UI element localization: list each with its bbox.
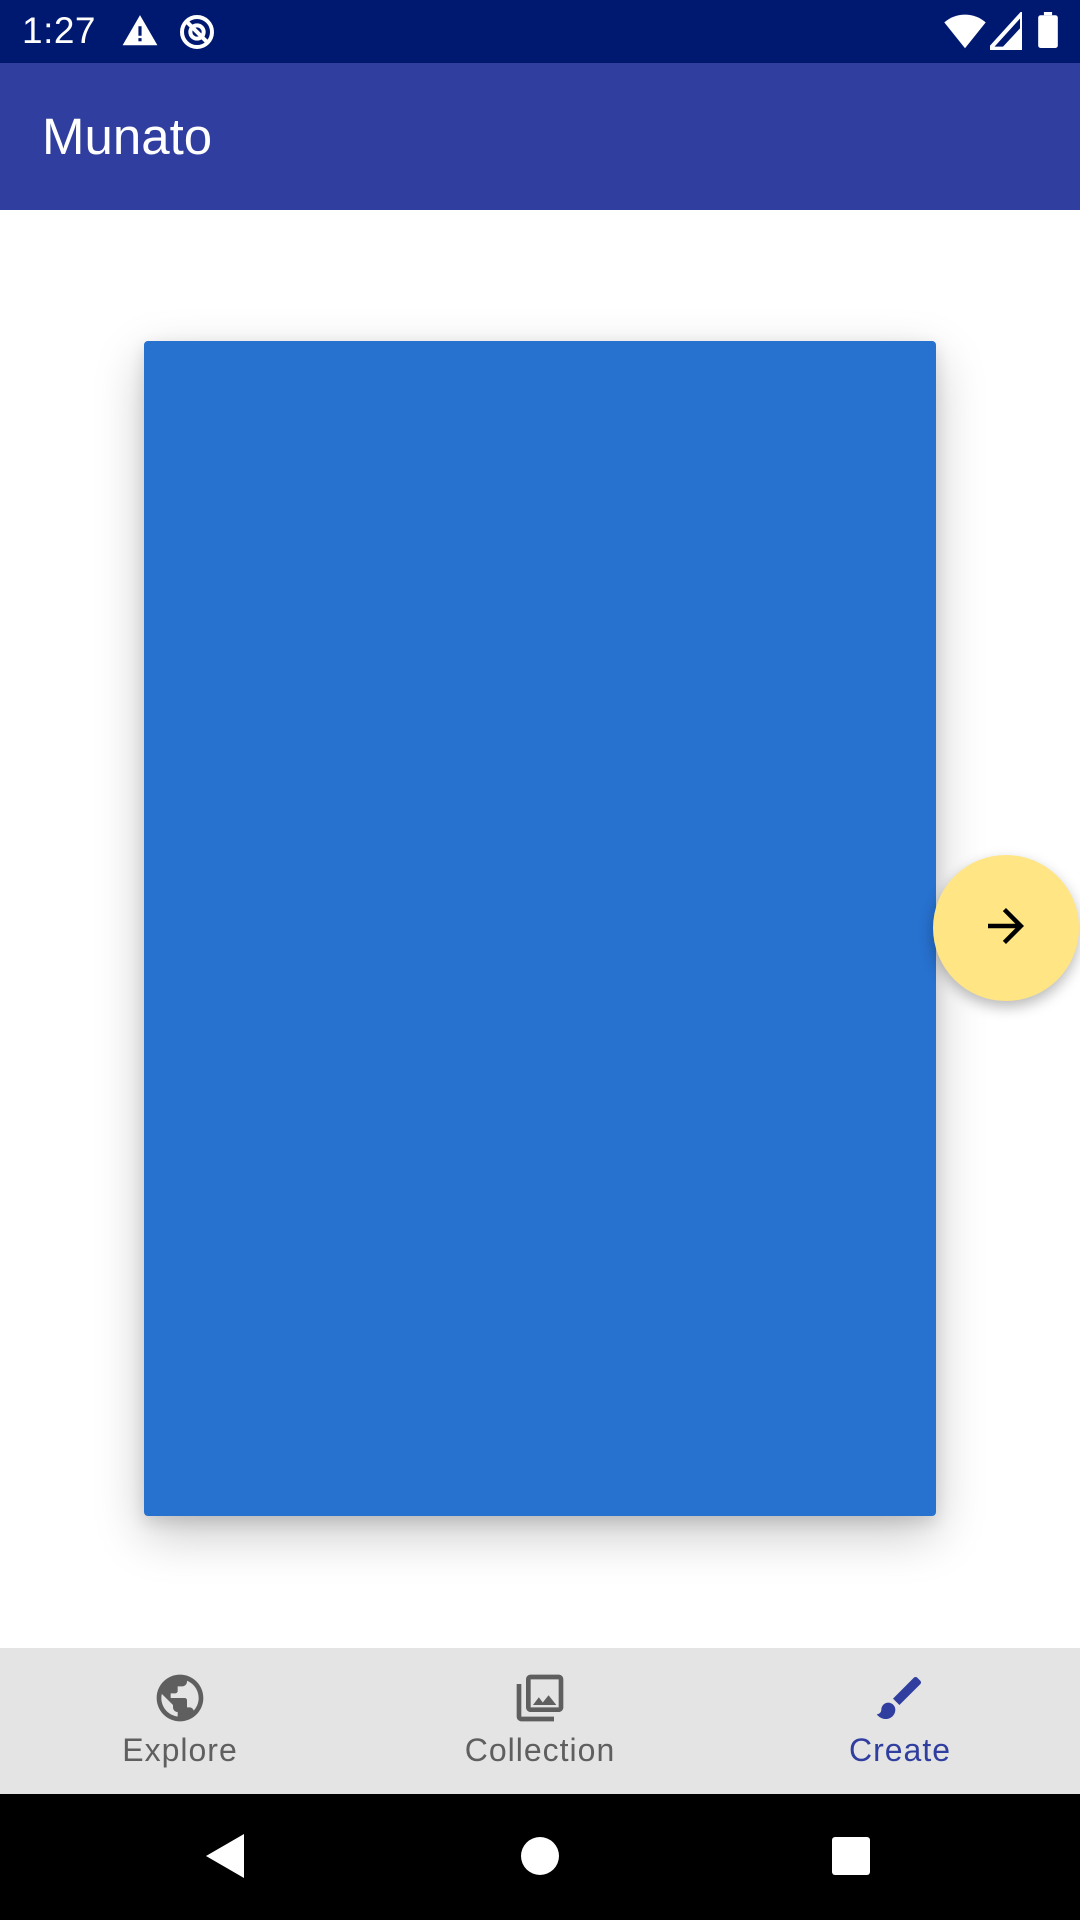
app-bar: Munato [0, 63, 1080, 210]
globe-icon [152, 1670, 208, 1726]
brush-icon [872, 1670, 928, 1726]
status-bar: 1:27 [0, 0, 1080, 63]
arrow-forward-icon [979, 899, 1033, 958]
bottom-navigation: Explore Collection Create [0, 1648, 1080, 1794]
nav-item-collection[interactable]: Collection [360, 1648, 720, 1794]
back-icon[interactable] [204, 1832, 246, 1885]
nav-label-collection: Collection [464, 1732, 616, 1768]
status-time: 1:27 [22, 10, 97, 51]
nav-label-explore: Explore [122, 1732, 238, 1768]
next-fab-button[interactable] [933, 855, 1079, 1001]
system-navigation-bar [0, 1794, 1080, 1920]
sync-disabled-icon [177, 12, 217, 57]
battery-icon [1038, 12, 1058, 53]
recents-icon[interactable] [831, 1832, 871, 1885]
home-icon[interactable] [520, 1832, 560, 1885]
wifi-icon [944, 12, 986, 55]
nav-item-create[interactable]: Create [720, 1648, 1080, 1794]
nav-label-create: Create [848, 1732, 952, 1768]
photo-library-icon [512, 1670, 568, 1726]
main-content [0, 210, 1080, 1648]
color-canvas-card[interactable] [144, 341, 936, 1516]
warning-icon [120, 12, 160, 55]
nav-item-explore[interactable]: Explore [0, 1648, 360, 1794]
cellular-signal-icon [985, 8, 1024, 55]
app-title: Munato [42, 108, 213, 165]
